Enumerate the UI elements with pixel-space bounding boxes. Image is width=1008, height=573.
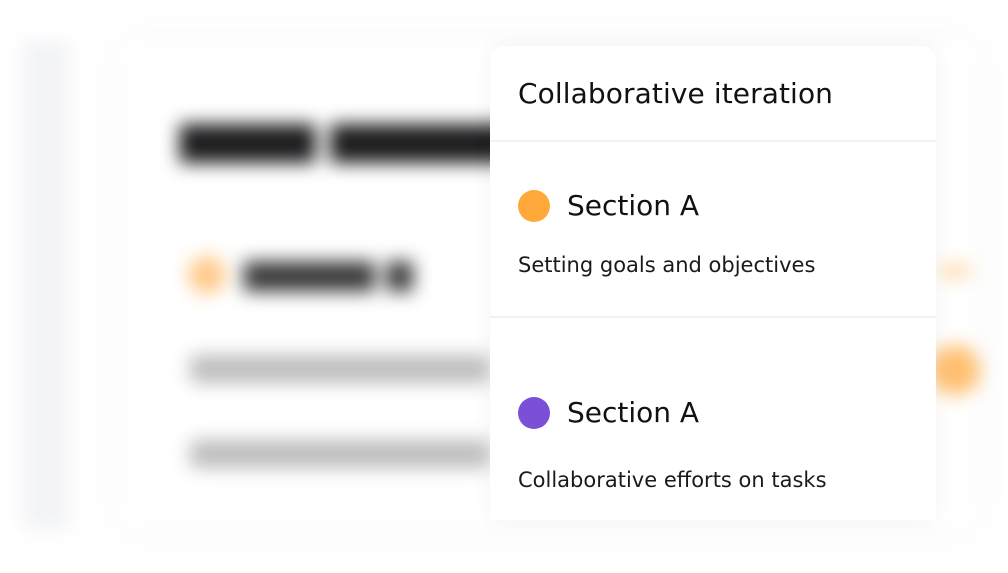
background-sidebar [22,40,70,530]
collaborative-iteration-card: Collaborative iteration Section A Settin… [490,46,936,520]
card-title: Collaborative iteration [518,76,834,110]
purple-dot-icon [518,396,550,429]
background-accent-circle [930,345,980,395]
background-text-line [190,440,490,468]
section-description: Setting goals and objectives [518,253,816,277]
card-header: Collaborative iteration [490,46,936,142]
section-name: Section A [567,396,700,429]
section-name: Section A [567,189,700,222]
section-heading: Section A [518,396,699,429]
background-status-dot [188,256,226,294]
section-item[interactable]: Section A Setting goals and objectives [490,142,936,318]
background-phase-blur: ▆▆▆▆▆ ▆ [244,252,413,292]
section-heading: Section A [518,189,699,222]
background-accent [940,264,970,278]
screenshot-stage: ▆▆▆▆ ▆▆▆▆▆▆ ▆▆▆▆▆ ▆ Collaborative iterat… [0,0,1008,573]
section-item[interactable]: Section A Collaborative efforts on tasks [490,318,936,520]
section-description: Collaborative efforts on tasks [518,468,827,492]
background-text-line [190,355,490,383]
orange-dot-icon [518,189,550,222]
background-title-blur: ▆▆▆▆ ▆▆▆▆▆▆ [180,112,534,163]
